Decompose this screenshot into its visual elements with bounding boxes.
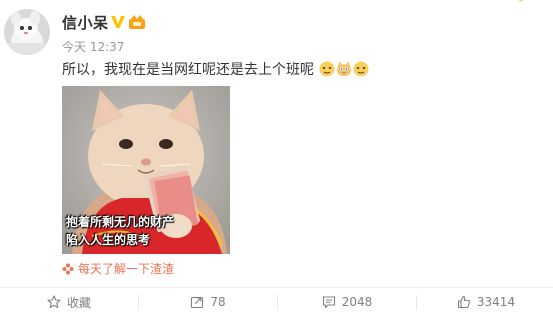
source-link[interactable]: 每天了解一下渣渣 — [62, 260, 174, 277]
favorite-button[interactable]: 收藏 — [0, 288, 138, 316]
post-image[interactable]: 抱着所剩无几的财产 陷入人生的思考 — [62, 86, 230, 254]
flower-icon — [62, 263, 74, 275]
avatar[interactable] — [4, 9, 50, 55]
doge-emoji-icon — [319, 61, 335, 77]
repost-icon — [191, 296, 204, 309]
like-button[interactable]: 33414 — [417, 288, 553, 316]
star-icon — [47, 295, 61, 309]
comment-icon — [322, 296, 335, 309]
cat-emoji-icon — [337, 61, 352, 76]
comment-button[interactable]: 2048 — [278, 288, 416, 316]
post-text: 所以，我现在是当网红呢还是去上个班呢 — [62, 60, 369, 80]
source-label: 每天了解一下渣渣 — [78, 262, 175, 276]
avatar-image — [4, 9, 50, 55]
meme-caption-line1: 抱着所剩无几的财产 — [66, 215, 175, 229]
repost-count: 78 — [210, 295, 226, 309]
repost-button[interactable]: 78 — [139, 288, 277, 316]
doge-emoji-icon — [353, 61, 369, 77]
action-bar: 收藏 78 2048 33414 — [0, 288, 553, 316]
like-count: 33414 — [476, 295, 516, 309]
verified-icon — [111, 16, 125, 28]
favorite-label: 收藏 — [66, 295, 91, 310]
post-text-content: 所以，我现在是当网红呢还是去上个班呢 — [62, 62, 314, 78]
meme-caption-line2: 陷入人生的思考 — [66, 233, 151, 247]
thumbs-up-icon — [457, 295, 470, 309]
vip-level-icon[interactable] — [128, 14, 146, 30]
post-time[interactable]: 今天 12:37 — [62, 38, 124, 55]
username[interactable]: 信小呆 — [62, 12, 109, 33]
weibo-post-card: 信小呆 今天 12:37 所以，我现在是当网红呢还是去上个班呢 抱着所剩无几的财… — [0, 0, 553, 316]
decoration-icon — [518, 0, 524, 1]
comment-count: 2048 — [341, 295, 373, 309]
